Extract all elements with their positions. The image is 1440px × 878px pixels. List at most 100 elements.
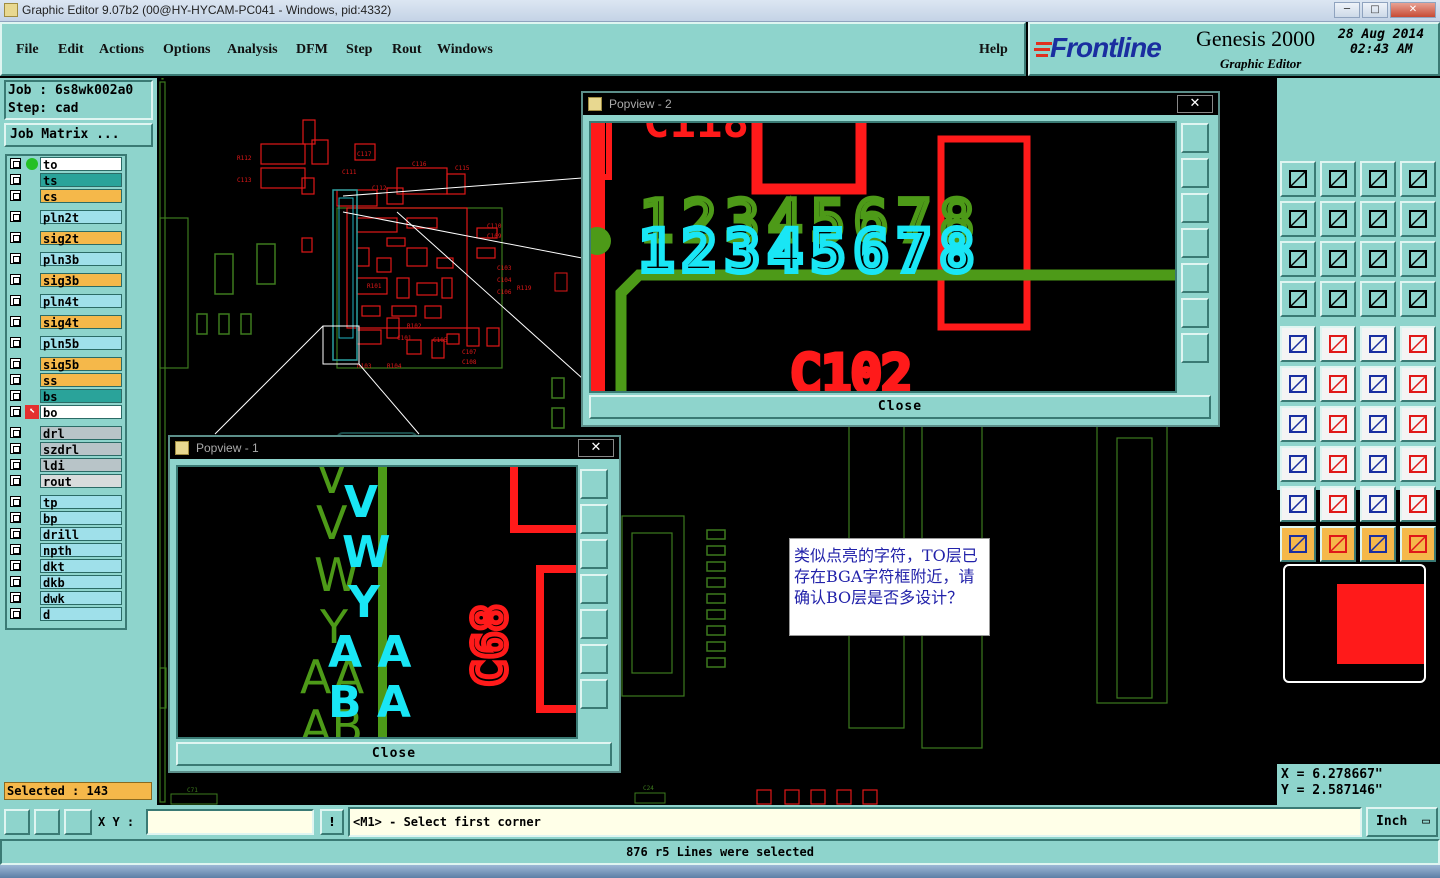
save-icon[interactable] bbox=[1320, 161, 1356, 197]
pan-left-icon[interactable] bbox=[1181, 228, 1209, 258]
measure-icon[interactable] bbox=[34, 809, 60, 835]
layer-row-pln5b[interactable]: pln5b bbox=[8, 336, 124, 351]
menu-rout[interactable]: Rout bbox=[392, 42, 422, 58]
layer-row-ts[interactable]: ts bbox=[8, 173, 124, 188]
layer-color-icon[interactable] bbox=[1360, 281, 1396, 317]
triangle-cut-icon[interactable] bbox=[1400, 486, 1436, 522]
layer-row-npth[interactable]: npth bbox=[8, 543, 124, 558]
connect-nodes-icon[interactable] bbox=[1280, 366, 1316, 402]
menu-actions[interactable]: Actions bbox=[99, 42, 144, 58]
triangle-move-icon[interactable] bbox=[1320, 486, 1356, 522]
menu-help[interactable]: Help bbox=[979, 42, 1008, 58]
add-pad-icon[interactable] bbox=[1280, 326, 1316, 362]
overview-map[interactable] bbox=[1283, 564, 1426, 683]
layer-checkbox[interactable] bbox=[10, 592, 21, 603]
maximize-button[interactable]: □ bbox=[1362, 2, 1388, 18]
layer-row-ldi[interactable]: ldi bbox=[8, 458, 124, 473]
menu-analysis[interactable]: Analysis bbox=[227, 42, 278, 58]
popview-2-close-icon[interactable]: ✕ bbox=[1177, 95, 1213, 113]
pan-down-icon[interactable] bbox=[580, 539, 608, 569]
layer-checkbox[interactable] bbox=[10, 475, 21, 486]
settings-icon[interactable] bbox=[1280, 281, 1316, 317]
layer-row-sig5b[interactable]: sig5b bbox=[8, 357, 124, 372]
layer-checkbox[interactable] bbox=[10, 390, 21, 401]
pan-up-icon[interactable] bbox=[580, 504, 608, 534]
layer-row-sig3b[interactable]: sig3b bbox=[8, 273, 124, 288]
pan-up-icon[interactable] bbox=[1181, 158, 1209, 188]
layer-row-drill[interactable]: drill bbox=[8, 527, 124, 542]
rotate-icon[interactable] bbox=[1360, 406, 1396, 442]
menu-file[interactable]: File bbox=[16, 42, 39, 58]
layer-row-bp[interactable]: bp bbox=[8, 511, 124, 526]
pad-convert-icon[interactable] bbox=[1280, 446, 1316, 482]
draw-line-icon[interactable] bbox=[1320, 406, 1356, 442]
layer-row-pln2t[interactable]: pln2t bbox=[8, 210, 124, 225]
job-matrix-button[interactable]: Job Matrix ... bbox=[4, 123, 153, 147]
layer-checkbox[interactable] bbox=[10, 158, 21, 169]
unit-selector[interactable]: Inch ▭ bbox=[1366, 807, 1438, 837]
home-icon[interactable] bbox=[1360, 161, 1396, 197]
layer-row-szdrl[interactable]: szdrl bbox=[8, 442, 124, 457]
layer-checkbox[interactable] bbox=[10, 190, 21, 201]
layer-row-rout[interactable]: rout bbox=[8, 474, 124, 489]
pan-left-icon[interactable] bbox=[580, 574, 608, 604]
popview-1-title-bar[interactable]: Popview - 1 ✕ bbox=[170, 437, 619, 459]
popview-2-title-bar[interactable]: Popview - 2 ✕ bbox=[583, 93, 1218, 115]
zoom-out-icon[interactable] bbox=[1181, 333, 1209, 363]
pan-right-icon[interactable] bbox=[580, 609, 608, 639]
layer-checkbox[interactable] bbox=[10, 358, 21, 369]
layer-checkbox[interactable] bbox=[10, 274, 21, 285]
layer-checkbox[interactable] bbox=[10, 608, 21, 619]
alert-icon[interactable]: ! bbox=[320, 809, 344, 835]
snap-grid-icon[interactable] bbox=[1360, 201, 1396, 237]
layer-checkbox[interactable] bbox=[10, 337, 21, 348]
popview-2-close-button[interactable]: Close bbox=[589, 395, 1211, 419]
layer-row-pln3b[interactable]: pln3b bbox=[8, 252, 124, 267]
close-window-button[interactable]: ✕ bbox=[1390, 2, 1436, 18]
layer-row-dwk[interactable]: dwk bbox=[8, 591, 124, 606]
group-icon[interactable] bbox=[1400, 446, 1436, 482]
layer-checkbox[interactable] bbox=[10, 295, 21, 306]
layer-checkbox[interactable] bbox=[10, 496, 21, 507]
line-split-icon[interactable] bbox=[1320, 446, 1356, 482]
zoom-in-icon[interactable] bbox=[580, 644, 608, 674]
layer-checkbox[interactable] bbox=[10, 560, 21, 571]
zoom-out-icon[interactable] bbox=[580, 679, 608, 709]
triangle-up-icon[interactable] bbox=[1360, 486, 1396, 522]
layer-row-ss[interactable]: ss bbox=[8, 373, 124, 388]
menu-edit[interactable]: Edit bbox=[58, 42, 84, 58]
layer-checkbox[interactable] bbox=[10, 459, 21, 470]
layer-color-alt-icon[interactable] bbox=[1400, 281, 1436, 317]
layer-row-d[interactable]: d bbox=[8, 607, 124, 622]
layer-checkbox[interactable] bbox=[10, 544, 21, 555]
zoom-in-icon[interactable] bbox=[1181, 298, 1209, 328]
layer-row-drl[interactable]: drl bbox=[8, 426, 124, 441]
layer-row-sig2t[interactable]: sig2t bbox=[8, 231, 124, 246]
layer-checkbox[interactable] bbox=[10, 316, 21, 327]
zoom-fit-icon[interactable] bbox=[580, 469, 608, 499]
layer-row-cs[interactable]: cs bbox=[8, 189, 124, 204]
select-lasso-icon[interactable] bbox=[1360, 526, 1396, 562]
layer-row-dkt[interactable]: dkt bbox=[8, 559, 124, 574]
select-arrow-icon[interactable] bbox=[1280, 526, 1316, 562]
layer-checkbox[interactable] bbox=[10, 512, 21, 523]
pan-down-icon[interactable] bbox=[1181, 193, 1209, 223]
triangle-select-icon[interactable] bbox=[1280, 486, 1316, 522]
grid-display-icon[interactable] bbox=[1320, 281, 1356, 317]
layer-checkbox[interactable] bbox=[10, 174, 21, 185]
minimize-button[interactable]: ─ bbox=[1334, 2, 1360, 18]
zoom-extents-icon[interactable] bbox=[1280, 241, 1316, 277]
popview-2-canvas[interactable]: C118 12345678 12345678 C102 bbox=[589, 121, 1177, 393]
open-step-icon[interactable] bbox=[1280, 161, 1316, 197]
layer-checkbox[interactable] bbox=[10, 576, 21, 587]
layer-row-to[interactable]: to bbox=[8, 157, 124, 172]
align-icon[interactable] bbox=[1360, 446, 1396, 482]
menu-options[interactable]: Options bbox=[163, 42, 210, 58]
add-line-icon[interactable] bbox=[1320, 326, 1356, 362]
zoom-fit-icon[interactable] bbox=[1181, 123, 1209, 153]
layer-checkbox[interactable] bbox=[10, 211, 21, 222]
layer-checkbox[interactable] bbox=[10, 443, 21, 454]
popview-1-close-button[interactable]: Close bbox=[176, 742, 612, 766]
popview-1-close-icon[interactable]: ✕ bbox=[578, 439, 614, 457]
popview-2-window[interactable]: Popview - 2 ✕ C118 12345678 12345678 C10… bbox=[581, 91, 1220, 427]
